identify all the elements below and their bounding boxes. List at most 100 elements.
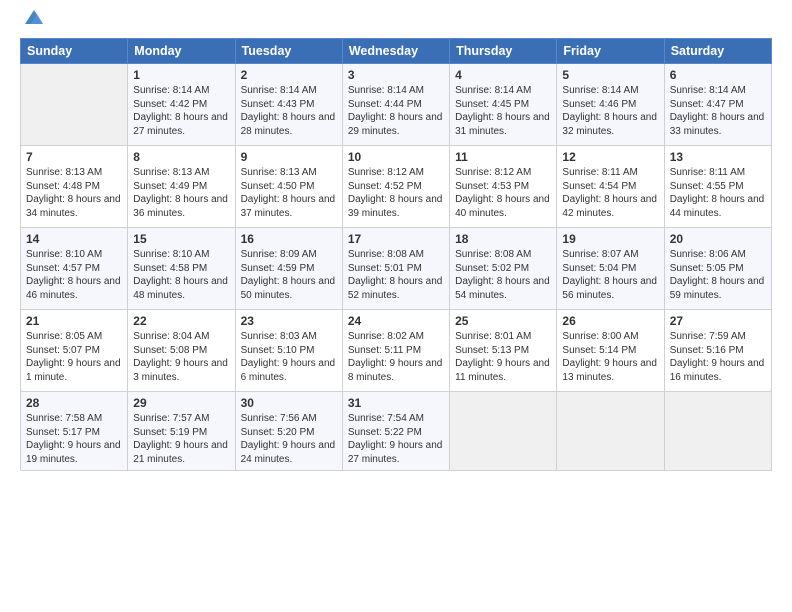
sunrise-text: Sunrise: 8:10 AM [26,249,102,260]
sunrise-text: Sunrise: 8:12 AM [455,167,531,178]
day-number: 11 [455,150,551,164]
sunrise-text: Sunrise: 8:14 AM [348,85,424,96]
day-info: Sunrise: 8:13 AMSunset: 4:48 PMDaylight:… [26,166,122,220]
weekday-header-saturday: Saturday [664,39,771,64]
daylight-text: Daylight: 8 hours and 31 minutes. [455,112,550,137]
day-info: Sunrise: 8:14 AMSunset: 4:43 PMDaylight:… [241,84,337,138]
sunset-text: Sunset: 4:55 PM [670,181,744,192]
daylight-text: Daylight: 9 hours and 3 minutes. [133,358,228,383]
calendar-cell: 7 Sunrise: 8:13 AMSunset: 4:48 PMDaylight… [21,146,128,228]
calendar-cell: 19Sunrise: 8:07 AMSunset: 5:04 PMDayligh… [557,228,664,310]
sunrise-text: Sunrise: 8:11 AM [562,167,637,178]
calendar-cell: 20Sunrise: 8:06 AMSunset: 5:05 PMDayligh… [664,228,771,310]
sunrise-text: Sunrise: 8:05 AM [26,331,102,342]
calendar-cell: 5Sunrise: 8:14 AMSunset: 4:46 PMDaylight… [557,64,664,146]
calendar-cell: 6Sunrise: 8:14 AMSunset: 4:47 PMDaylight… [664,64,771,146]
daylight-text: Daylight: 8 hours and 39 minutes. [348,194,443,219]
sunset-text: Sunset: 4:48 PM [26,181,100,192]
daylight-text: Daylight: 9 hours and 24 minutes. [241,440,336,465]
sunrise-text: Sunrise: 8:13 AM [133,167,209,178]
sunset-text: Sunset: 4:59 PM [241,263,315,274]
daylight-text: Daylight: 9 hours and 19 minutes. [26,440,121,465]
daylight-text: Daylight: 9 hours and 1 minute. [26,358,121,383]
daylight-text: Daylight: 9 hours and 27 minutes. [348,440,443,465]
daylight-text: Daylight: 8 hours and 54 minutes. [455,276,550,301]
calendar-cell: 22Sunrise: 8:04 AMSunset: 5:08 PMDayligh… [128,310,235,392]
calendar-cell: 3Sunrise: 8:14 AMSunset: 4:44 PMDaylight… [342,64,449,146]
day-number: 1 [133,68,229,82]
day-info: Sunrise: 8:14 AMSunset: 4:42 PMDaylight:… [133,84,229,138]
day-number: 20 [670,232,766,246]
sunset-text: Sunset: 5:13 PM [455,345,529,356]
day-info: Sunrise: 8:14 AMSunset: 4:47 PMDaylight:… [670,84,766,138]
calendar-cell [664,392,771,471]
week-row-2: 7Sunrise: 8:13 AMSunset: 4:48 PMDaylight… [21,146,772,228]
day-number: 8 [133,150,229,164]
day-number: 7 [26,150,122,164]
day-info: Sunrise: 8:08 AMSunset: 5:01 PMDaylight:… [348,248,444,302]
daylight-text: Daylight: 8 hours and 59 minutes. [670,276,765,301]
day-info: Sunrise: 8:03 AMSunset: 5:10 PMDaylight:… [241,330,337,384]
sunset-text: Sunset: 5:04 PM [562,263,636,274]
calendar-cell: 28Sunrise: 7:58 AMSunset: 5:17 PMDayligh… [21,392,128,471]
day-number: 19 [562,232,658,246]
sunset-text: Sunset: 4:45 PM [455,99,529,110]
day-number: 9 [241,150,337,164]
weekday-header-tuesday: Tuesday [235,39,342,64]
calendar-cell: 8Sunrise: 8:13 AMSunset: 4:49 PMDaylight… [128,146,235,228]
day-info: Sunrise: 8:12 AMSunset: 4:53 PMDaylight:… [455,166,551,220]
day-info: Sunrise: 8:01 AMSunset: 5:13 PMDaylight:… [455,330,551,384]
daylight-text: Daylight: 8 hours and 40 minutes. [455,194,550,219]
sunset-text: Sunset: 5:02 PM [455,263,529,274]
weekday-header-friday: Friday [557,39,664,64]
day-info: Sunrise: 8:14 AMSunset: 4:45 PMDaylight:… [455,84,551,138]
sunset-text: Sunset: 5:05 PM [670,263,744,274]
calendar-cell: 29Sunrise: 7:57 AMSunset: 5:19 PMDayligh… [128,392,235,471]
sunset-text: Sunset: 5:07 PM [26,345,100,356]
day-info: Sunrise: 8:11 AMSunset: 4:54 PMDaylight:… [562,166,658,220]
calendar-cell: 2 Sunrise: 8:14 AMSunset: 4:43 PMDaylight… [235,64,342,146]
calendar-cell: 24Sunrise: 8:02 AMSunset: 5:11 PMDayligh… [342,310,449,392]
day-info: Sunrise: 7:54 AMSunset: 5:22 PMDaylight:… [348,412,444,466]
daylight-text: Daylight: 8 hours and 34 minutes. [26,194,121,219]
sunset-text: Sunset: 4:44 PM [348,99,422,110]
weekday-header-wednesday: Wednesday [342,39,449,64]
week-row-1: 1Sunrise: 8:14 AMSunset: 4:42 PMDaylight… [21,64,772,146]
daylight-text: Daylight: 8 hours and 32 minutes. [562,112,657,137]
day-number: 15 [133,232,229,246]
day-info: Sunrise: 7:59 AMSunset: 5:16 PMDaylight:… [670,330,766,384]
calendar-cell: 17Sunrise: 8:08 AMSunset: 5:01 PMDayligh… [342,228,449,310]
calendar-cell: 26Sunrise: 8:00 AMSunset: 5:14 PMDayligh… [557,310,664,392]
day-info: Sunrise: 7:57 AMSunset: 5:19 PMDaylight:… [133,412,229,466]
calendar-cell: 15 Sunrise: 8:10 AMSunset: 4:58 PMDayligh… [128,228,235,310]
sunrise-text: Sunrise: 8:14 AM [562,85,638,96]
sunrise-text: Sunrise: 8:09 AM [241,249,317,260]
daylight-text: Daylight: 8 hours and 28 minutes. [241,112,336,137]
day-number: 23 [241,314,337,328]
daylight-text: Daylight: 8 hours and 56 minutes. [562,276,657,301]
day-number: 25 [455,314,551,328]
day-info: Sunrise: 8:05 AM Sunset: 5:07 PM Daylight:… [26,330,122,384]
week-row-5: 28Sunrise: 7:58 AMSunset: 5:17 PMDayligh… [21,392,772,471]
day-info: Sunrise: 8:12 AMSunset: 4:52 PMDaylight:… [348,166,444,220]
day-info: Sunrise: 8:04 AMSunset: 5:08 PMDaylight:… [133,330,229,384]
sunset-text: Sunset: 4:54 PM [562,181,636,192]
sunset-text: Sunset: 5:14 PM [562,345,636,356]
day-info: Sunrise: 8:14 AMSunset: 4:44 PMDaylight:… [348,84,444,138]
sunset-text: Sunset: 4:43 PM [241,99,315,110]
day-number: 24 [348,314,444,328]
day-info: Sunrise: 8:10 AMSunset: 4:58 PMDaylight:… [133,248,229,302]
day-info: Sunrise: 8:00 AMSunset: 5:14 PMDaylight:… [562,330,658,384]
sunset-text: Sunset: 4:42 PM [133,99,207,110]
day-number: 2 [241,68,337,82]
daylight-text: Daylight: 8 hours and 27 minutes. [133,112,228,137]
daylight-text: Daylight: 8 hours and 44 minutes. [670,194,765,219]
calendar-cell: 16Sunrise: 8:09 AMSunset: 4:59 PMDayligh… [235,228,342,310]
day-number: 21 [26,314,122,328]
weekday-header-thursday: Thursday [450,39,557,64]
sunrise-text: Sunrise: 7:59 AM [670,331,746,342]
sunrise-text: Sunrise: 7:56 AM [241,413,317,424]
calendar-cell: 1 Sunrise: 8:14 AMSunset: 4:42 PMDaylight… [128,64,235,146]
day-info: Sunrise: 8:10 AMSunset: 4:57 PMDaylight:… [26,248,122,302]
calendar-cell: 13Sunrise: 8:11 AMSunset: 4:55 PMDayligh… [664,146,771,228]
